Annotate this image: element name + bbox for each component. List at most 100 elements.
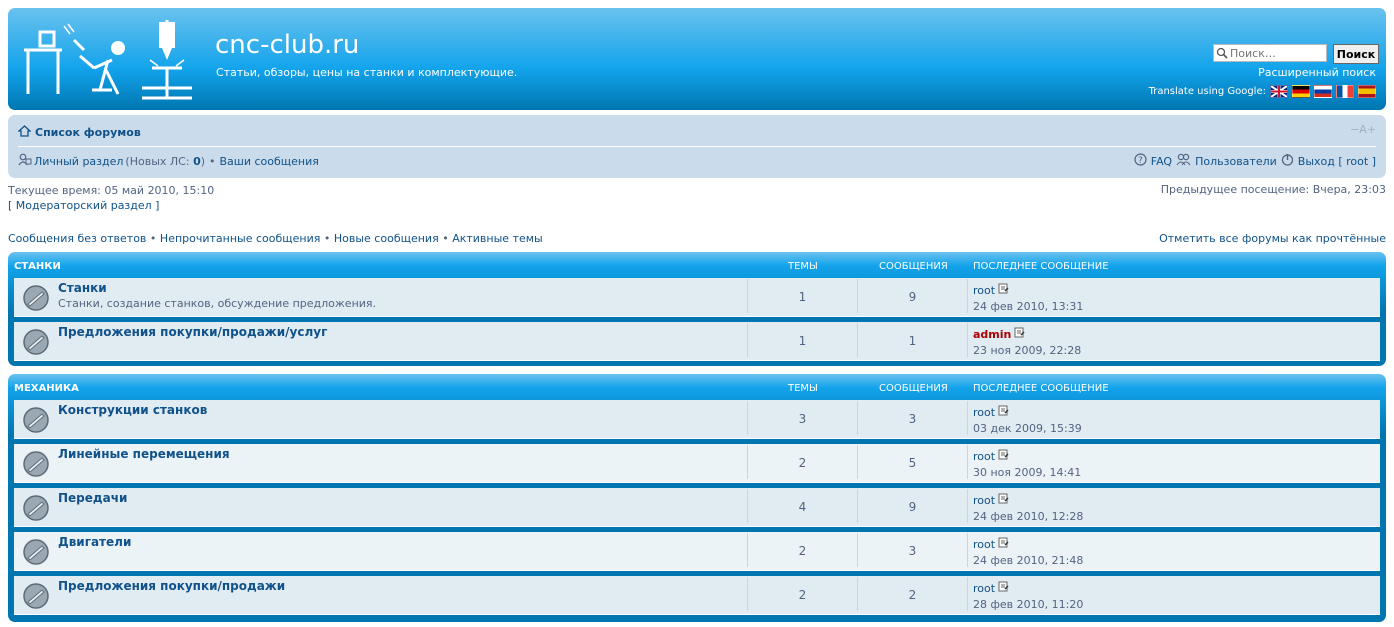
your-posts-link[interactable]: Ваши сообщения bbox=[220, 155, 319, 168]
members-link[interactable]: Пользователи bbox=[1195, 155, 1277, 168]
english-flag[interactable] bbox=[1270, 85, 1288, 98]
last-post-username[interactable]: root bbox=[973, 494, 995, 507]
last-post-username[interactable]: root bbox=[973, 406, 995, 419]
french-flag[interactable] bbox=[1336, 85, 1354, 98]
forum-title[interactable]: Передачи bbox=[58, 491, 127, 505]
pm-suffix: ) bbox=[200, 154, 206, 168]
search-button[interactable]: Поиск bbox=[1333, 44, 1379, 64]
topics-count: 4 bbox=[798, 500, 807, 514]
breadcrumb-forum-index[interactable]: Список форумов bbox=[35, 126, 141, 139]
category-title[interactable]: СТАНКИ bbox=[14, 261, 61, 272]
mcp-link[interactable]: [ Модераторский раздел ] bbox=[8, 199, 159, 212]
column-divider bbox=[967, 401, 968, 435]
font-size-control[interactable]: −A+ bbox=[1350, 123, 1376, 136]
site-logo[interactable] bbox=[22, 20, 192, 100]
view-latest-post-icon[interactable] bbox=[998, 537, 1009, 551]
german-flag[interactable] bbox=[1292, 85, 1310, 98]
last-post-author: root bbox=[973, 405, 1009, 419]
forum-title[interactable]: Предложения покупки/продажи bbox=[58, 579, 285, 593]
logout-link[interactable]: Выход [ root ] bbox=[1298, 155, 1376, 168]
unanswered-link[interactable]: Сообщения без ответов bbox=[8, 232, 146, 245]
time-info: Текущее время: 05 май 2010, 15:10 [ Моде… bbox=[8, 183, 214, 213]
forum-title[interactable]: Конструкции станков bbox=[58, 403, 207, 417]
ucp-link[interactable]: Личный раздел bbox=[34, 155, 123, 168]
forum-read-icon bbox=[22, 450, 50, 481]
spanish-flag[interactable] bbox=[1358, 85, 1376, 98]
forum-title[interactable]: Двигатели bbox=[58, 535, 131, 549]
view-latest-post-icon[interactable] bbox=[998, 283, 1009, 297]
forum-read-icon bbox=[22, 538, 50, 569]
search-box: Поиск bbox=[1213, 44, 1379, 64]
forum-read-icon bbox=[22, 328, 50, 359]
topics-column-header: ТЕМЫ bbox=[788, 383, 818, 394]
translate-label: Translate using Google: bbox=[1148, 86, 1266, 97]
navbar-right-links: ? FAQ Пользователи Выход [ root ] bbox=[1134, 153, 1376, 169]
last-post-date: 30 ноя 2009, 14:41 bbox=[973, 466, 1082, 479]
logout-icon bbox=[1281, 153, 1294, 169]
svg-text:?: ? bbox=[1138, 156, 1143, 166]
column-divider bbox=[967, 489, 968, 523]
forum-row: Станки Станки, создание станков, обсужде… bbox=[14, 278, 1380, 317]
last-post-date: 24 фев 2010, 21:48 bbox=[973, 554, 1084, 567]
last-post-author: root bbox=[973, 283, 1009, 297]
posts-count: 9 bbox=[908, 290, 917, 304]
last-post-username[interactable]: root bbox=[973, 538, 995, 551]
last-post-date: 24 фев 2010, 13:31 bbox=[973, 300, 1084, 313]
pm-status[interactable]: (Новых ЛС: 0) bbox=[125, 155, 205, 168]
last-post-date: 24 фев 2010, 12:28 bbox=[973, 510, 1084, 523]
last-post-username[interactable]: root bbox=[973, 284, 995, 297]
posts-count: 9 bbox=[908, 500, 917, 514]
view-latest-post-icon[interactable] bbox=[998, 493, 1009, 507]
last-post-column-header: ПОСЛЕДНЕЕ СООБЩЕНИЕ bbox=[973, 261, 1109, 272]
russian-flag[interactable] bbox=[1314, 85, 1332, 98]
new-posts-link[interactable]: Новые сообщения bbox=[334, 232, 439, 245]
category-block-stanki: СТАНКИ ТЕМЫ СООБЩЕНИЯ ПОСЛЕДНЕЕ СООБЩЕНИ… bbox=[8, 252, 1386, 366]
last-post-username[interactable]: admin bbox=[973, 328, 1011, 341]
forum-title[interactable]: Станки bbox=[58, 281, 107, 295]
last-post-author: admin bbox=[973, 327, 1025, 341]
search-input[interactable] bbox=[1213, 44, 1327, 62]
category-header: МЕХАНИКА ТЕМЫ СООБЩЕНИЯ ПОСЛЕДНЕЕ СООБЩЕ… bbox=[8, 374, 1386, 400]
pm-count: 0 bbox=[193, 154, 201, 168]
forum-title[interactable]: Предложения покупки/продажи/услуг bbox=[58, 325, 327, 339]
user-icon bbox=[18, 153, 32, 169]
current-time: Текущее время: 05 май 2010, 15:10 bbox=[8, 184, 215, 197]
forum-read-icon bbox=[22, 494, 50, 525]
forum-title[interactable]: Линейные перемещения bbox=[58, 447, 230, 461]
view-latest-post-icon[interactable] bbox=[998, 581, 1009, 595]
posts-count: 3 bbox=[908, 412, 917, 426]
mark-all-read-link[interactable]: Отметить все форумы как прочтённые bbox=[1159, 232, 1386, 245]
column-divider bbox=[967, 533, 968, 567]
active-topics-link[interactable]: Активные темы bbox=[452, 232, 543, 245]
posts-column-header: СООБЩЕНИЯ bbox=[879, 261, 948, 272]
category-header: СТАНКИ ТЕМЫ СООБЩЕНИЯ ПОСЛЕДНЕЕ СООБЩЕНИ… bbox=[8, 252, 1386, 278]
view-latest-post-icon[interactable] bbox=[998, 449, 1009, 463]
quick-links: Сообщения без ответов • Непрочитанные со… bbox=[8, 232, 543, 245]
last-post-author: root bbox=[973, 493, 1009, 507]
faq-link[interactable]: FAQ bbox=[1151, 155, 1172, 168]
bullet-separator: • bbox=[149, 232, 157, 245]
topics-column-header: ТЕМЫ bbox=[788, 261, 818, 272]
logout-label: Выход bbox=[1297, 154, 1335, 168]
column-divider bbox=[967, 323, 968, 357]
navbar: Список форумов −A+ Личный раздел (Новых … bbox=[8, 115, 1386, 178]
bullet-separator: • bbox=[442, 232, 449, 245]
last-post-author: root bbox=[973, 449, 1009, 463]
site-title[interactable]: cnc-club.ru bbox=[215, 30, 359, 60]
last-post-username[interactable]: root bbox=[973, 450, 995, 463]
pm-prefix: (Новых ЛС: bbox=[125, 154, 190, 168]
category-title[interactable]: МЕХАНИКА bbox=[14, 383, 79, 394]
view-latest-post-icon[interactable] bbox=[998, 405, 1009, 419]
advanced-search-link[interactable]: Расширенный поиск bbox=[1258, 66, 1376, 79]
view-latest-post-icon[interactable] bbox=[1014, 327, 1025, 341]
site-header: cnc-club.ru Статьи, обзоры, цены на стан… bbox=[8, 8, 1386, 110]
members-icon bbox=[1176, 153, 1191, 169]
unread-link[interactable]: Непрочитанные сообщения bbox=[160, 232, 320, 245]
site-description: Статьи, обзоры, цены на станки и комплек… bbox=[216, 66, 518, 79]
posts-count: 5 bbox=[908, 456, 917, 470]
home-icon bbox=[17, 125, 32, 140]
last-post-username[interactable]: root bbox=[973, 582, 995, 595]
last-visit: Предыдущее посещение: Вчера, 23:03 bbox=[1160, 183, 1386, 196]
bullet-separator: • bbox=[323, 232, 331, 245]
forum-read-icon bbox=[22, 406, 50, 437]
